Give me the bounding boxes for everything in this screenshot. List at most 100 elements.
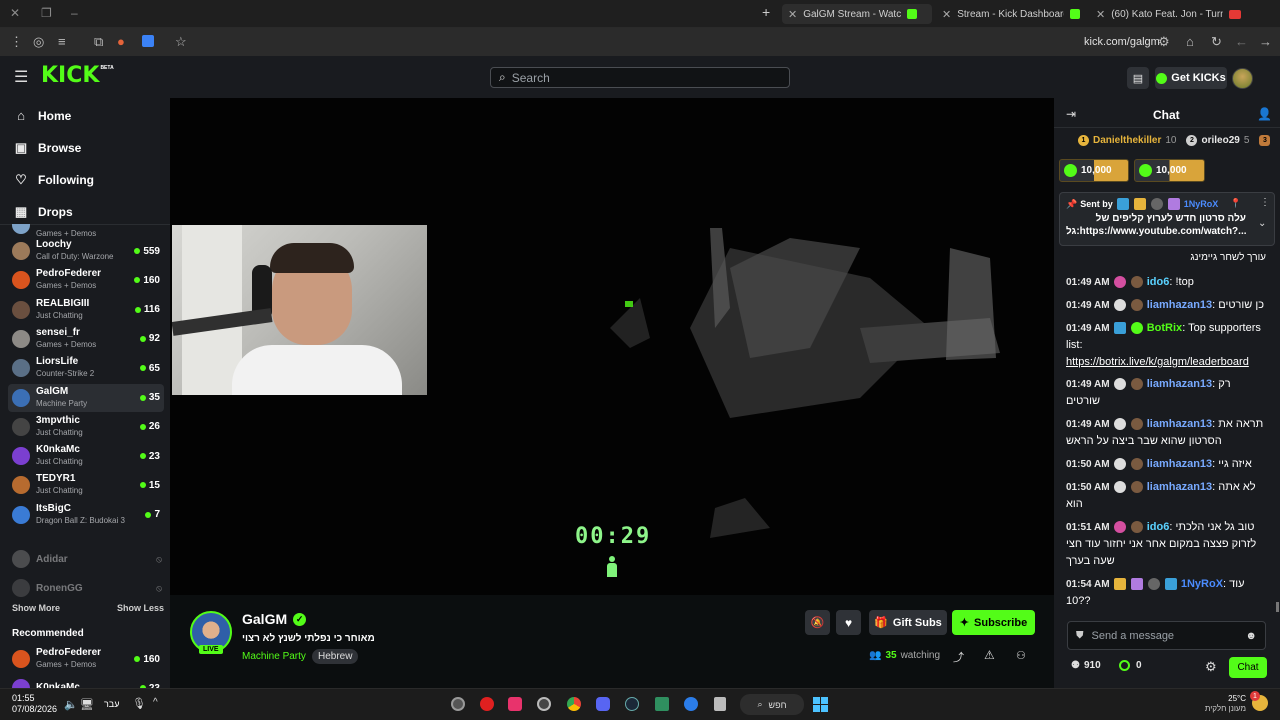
subscribe-button[interactable]: ✦ Subscribe: [952, 610, 1035, 635]
gifter-name[interactable]: Danielthekiller: [1093, 135, 1161, 146]
language-tag[interactable]: Hebrew: [312, 649, 359, 664]
sidebar-channel[interactable]: PedroFederer Games + Demos 160: [8, 645, 164, 673]
calculator-icon[interactable]: [714, 697, 726, 711]
extension-icon[interactable]: ◎: [33, 34, 44, 50]
obs-icon[interactable]: [537, 697, 551, 711]
kick-logo[interactable]: KICK BETA: [41, 65, 114, 87]
tab-kick-dashboard[interactable]: ✕ Stream - Kick Dashboard: [936, 4, 1086, 24]
home-icon[interactable]: ⌂: [1186, 34, 1194, 49]
nav-home[interactable]: ⌂ Home: [14, 108, 71, 123]
network-icon[interactable]: 🖥: [80, 698, 94, 711]
sidebar-channel[interactable]: sensei_fr Games + Demos 92: [8, 325, 164, 353]
back-icon[interactable]: ←: [1235, 34, 1248, 49]
dashboard-button[interactable]: ▤: [1127, 67, 1149, 89]
offline-channel-ronengg[interactable]: RonenGG ⦸: [12, 579, 162, 597]
follow-button[interactable]: ♥: [836, 610, 861, 635]
expand-pinned-icon[interactable]: ⌄: [1258, 218, 1266, 229]
minimize-window-icon[interactable]: –: [71, 6, 78, 20]
share-icon[interactable]: ⤴: [953, 649, 964, 665]
offline-channel-adidar[interactable]: Adidar ⦸: [12, 550, 162, 568]
emoji-icon[interactable]: ☻: [1245, 630, 1257, 642]
show-less-link[interactable]: Show Less: [117, 603, 164, 613]
channel-points[interactable]: ⚉ 910: [1071, 660, 1101, 671]
chat-users-icon[interactable]: 👤: [1257, 107, 1272, 121]
channel-name[interactable]: GalGM: [242, 611, 287, 627]
new-tab-icon[interactable]: +: [762, 4, 770, 20]
site-settings-icon[interactable]: ⚙: [1158, 34, 1170, 50]
gift-subs-button[interactable]: 🎁 Gift Subs: [869, 610, 947, 635]
opera-icon[interactable]: [480, 697, 494, 711]
sidebar-channel[interactable]: REALBIGIII Just Chatting 116: [8, 296, 164, 324]
weather-widget[interactable]: 25°C מעונן חלקית: [1196, 694, 1246, 714]
get-kicks-button[interactable]: Get KICKs: [1155, 67, 1227, 89]
puzzle-icon[interactable]: ⧉: [94, 34, 103, 50]
chat-scrollbar[interactable]: [1276, 602, 1279, 612]
sidebar-channel[interactable]: Loochy Call of Duty: Warzone 559: [8, 237, 164, 265]
send-chat-button[interactable]: Chat: [1229, 657, 1267, 678]
close-window-icon[interactable]: ✕: [10, 6, 20, 20]
unpin-icon[interactable]: 📍: [1230, 198, 1241, 209]
kicks-goal-1[interactable]: 10,000: [1059, 159, 1129, 182]
close-tab-icon[interactable]: ✕: [942, 8, 951, 21]
microphone-icon[interactable]: 🎙: [132, 697, 146, 710]
more-options-icon[interactable]: ⚇: [1016, 649, 1026, 662]
show-more-link[interactable]: Show More: [12, 603, 60, 613]
message-user[interactable]: ido6: [1147, 521, 1170, 533]
tab-galgm-stream[interactable]: ✕ GalGM Stream - Watch Live: [782, 4, 932, 24]
app-icon[interactable]: [684, 697, 698, 711]
message-user[interactable]: liamhazan13: [1147, 418, 1212, 430]
chat-settings-icon[interactable]: ⚙: [1205, 659, 1217, 675]
steam-icon[interactable]: [625, 697, 639, 711]
app-icon[interactable]: [451, 697, 465, 711]
report-icon[interactable]: ⚠: [984, 648, 995, 662]
volume-icon[interactable]: 🔈: [64, 698, 78, 711]
discord-icon[interactable]: [596, 697, 610, 711]
live-app-icon[interactable]: [655, 697, 669, 711]
video-player[interactable]: 00:29: [170, 98, 1054, 595]
sidebar-channel[interactable]: TEDYR1 Just Chatting 15: [8, 471, 164, 499]
restore-window-icon[interactable]: ❐: [41, 6, 52, 20]
playlist-icon[interactable]: ≡: [58, 34, 66, 49]
system-clock[interactable]: 01:55 07/08/2026: [12, 693, 57, 715]
extension-fox-icon[interactable]: ●: [117, 34, 125, 49]
extension-blue-icon[interactable]: [142, 35, 154, 47]
pinned-user[interactable]: 1NyRoX: [1184, 199, 1219, 209]
user-avatar[interactable]: [1232, 68, 1253, 89]
nav-drops[interactable]: ▦ Drops: [14, 204, 73, 220]
nav-browse[interactable]: ▣ Browse: [14, 140, 82, 156]
menu-dots-icon[interactable]: ⋮: [10, 34, 23, 50]
close-tab-icon[interactable]: ✕: [788, 8, 797, 21]
chat-message-input[interactable]: ⛊ Send a message ☻: [1067, 621, 1266, 650]
gifter-name[interactable]: orileo29: [1201, 135, 1239, 146]
windows-start-icon[interactable]: [813, 697, 828, 712]
search-input[interactable]: ⌕ Search: [490, 67, 790, 88]
pinned-text-line[interactable]: גל:https://www.youtube.com/watch?...: [1066, 225, 1247, 238]
hamburger-menu-icon[interactable]: ☰: [14, 67, 28, 87]
stream-category-link[interactable]: Machine Party: [242, 651, 306, 662]
sidebar-channel[interactable]: ItsBigC Dragon Ball Z: Budokai 3 7: [8, 501, 164, 529]
message-user[interactable]: liamhazan13: [1147, 299, 1212, 311]
forward-icon[interactable]: →: [1259, 34, 1272, 49]
sidebar-channel[interactable]: 3mpvthic Just Chatting 26: [8, 413, 164, 441]
message-user[interactable]: ido6: [1147, 276, 1170, 288]
bookmark-star-icon[interactable]: ☆: [175, 34, 187, 50]
pinned-menu-icon[interactable]: ⋮: [1260, 197, 1270, 208]
message-user[interactable]: liamhazan13: [1147, 481, 1212, 493]
chrome-icon[interactable]: [567, 697, 581, 711]
message-user[interactable]: liamhazan13: [1147, 458, 1212, 470]
kicks-balance[interactable]: 0: [1119, 660, 1142, 671]
sidebar-channel[interactable]: K0nkaMc Just Chatting 23: [8, 442, 164, 470]
collapse-chat-icon[interactable]: ⇥: [1066, 107, 1076, 121]
nav-following[interactable]: ♡ Following: [14, 172, 94, 188]
sidebar-channel[interactable]: K0nkaMc23: [8, 674, 164, 688]
message-user[interactable]: BotRix: [1147, 322, 1182, 334]
kicks-goal-2[interactable]: 10,000: [1134, 159, 1205, 182]
sidebar-channel[interactable]: PedroFederer Games + Demos 160: [8, 266, 164, 294]
message-user[interactable]: 1NyRoX: [1181, 578, 1223, 590]
mute-notifications-button[interactable]: 🔕: [805, 610, 830, 635]
reload-icon[interactable]: ↻: [1211, 34, 1222, 50]
close-tab-icon[interactable]: ✕: [1096, 8, 1105, 21]
tray-chevron-icon[interactable]: ^: [153, 697, 158, 708]
tab-youtube[interactable]: ✕ (60) Kato Feat. Jon - Turn The Lights …: [1090, 4, 1250, 24]
language-indicator[interactable]: עבר: [104, 699, 119, 709]
